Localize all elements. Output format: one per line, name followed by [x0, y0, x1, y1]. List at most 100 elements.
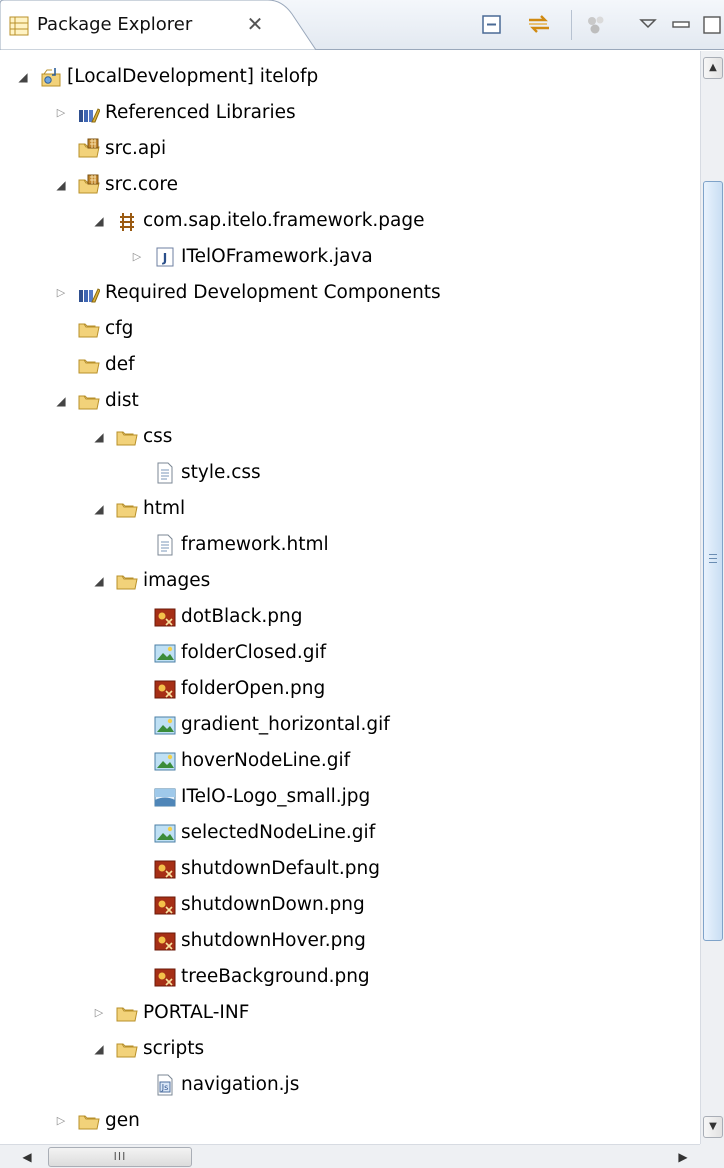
tree-item-label: folderOpen.png — [181, 678, 326, 699]
package-tree[interactable]: ◢ [LocalDevelopment] itelofp ▷ Referenced… — [0, 51, 700, 1144]
tree-item[interactable]: selectedNodeLine.gif — [0, 815, 700, 851]
svg-text:Js: Js — [161, 1083, 169, 1092]
tree-item-label: html — [143, 498, 186, 519]
tree-item-label: shutdownDefault.png — [181, 858, 380, 879]
expanded-twisty-icon[interactable]: ◢ — [54, 178, 68, 192]
source-folder-icon — [78, 138, 100, 158]
package-explorer-icon — [9, 16, 29, 36]
tree-item-label: dist — [105, 390, 139, 411]
text-file-icon — [157, 534, 173, 556]
tree-item[interactable]: Js navigation.js — [0, 1067, 700, 1103]
tree-item[interactable]: ITelO-Logo_small.jpg — [0, 779, 700, 815]
tree-item[interactable]: shutdownDefault.png — [0, 851, 700, 887]
tree-item[interactable]: ◢ scripts — [0, 1031, 700, 1067]
tree-item[interactable]: ◢ css — [0, 419, 700, 455]
vertical-scroll-thumb[interactable] — [703, 181, 723, 941]
tree-item[interactable]: hoverNodeLine.gif — [0, 743, 700, 779]
jpg-file-icon — [154, 788, 176, 807]
source-folder-icon — [78, 174, 100, 194]
expanded-twisty-icon[interactable]: ◢ — [16, 70, 30, 84]
folder-icon — [78, 1115, 100, 1130]
scroll-grip — [709, 562, 717, 563]
expanded-twisty-icon[interactable]: ◢ — [54, 394, 68, 408]
libraries-icon — [79, 288, 100, 303]
tree-item[interactable]: ▷ gen — [0, 1103, 700, 1139]
gif-file-icon — [154, 644, 176, 663]
tree-item[interactable]: dotBlack.png — [0, 599, 700, 635]
tree-item[interactable]: ▷ J ITelOFramework.java — [0, 239, 700, 275]
tree-item[interactable]: style.css — [0, 455, 700, 491]
scroll-right-button[interactable]: ▶ — [672, 1147, 694, 1167]
close-icon[interactable]: ✕ — [244, 12, 266, 36]
tree-item-label: cfg — [105, 318, 134, 339]
scroll-down-button[interactable]: ▼ — [703, 1116, 723, 1138]
tree-item-label: com.sap.itelo.framework.page — [143, 210, 425, 231]
folder-icon — [78, 359, 100, 374]
tree-item[interactable]: framework.html — [0, 527, 700, 563]
tree-item[interactable]: ◢ dist — [0, 383, 700, 419]
tree-item[interactable]: src.api — [0, 131, 700, 167]
tree-item[interactable]: ◢ com.sap.itelo.framework.page — [0, 203, 700, 239]
tree-item[interactable]: ◢ src.core — [0, 167, 700, 203]
collapsed-twisty-icon[interactable]: ▷ — [54, 286, 68, 300]
tree-item[interactable]: ▷ Required Development Components — [0, 275, 700, 311]
tree-item-label: [LocalDevelopment] itelofp — [67, 66, 319, 87]
tree-item[interactable]: shutdownDown.png — [0, 887, 700, 923]
scroll-grip — [709, 558, 717, 559]
collapsed-twisty-icon[interactable]: ▷ — [54, 1114, 68, 1128]
text-file-icon — [157, 462, 173, 484]
tree-item-label: folderClosed.gif — [181, 642, 327, 663]
view-menu-icon[interactable] — [634, 11, 662, 39]
expanded-twisty-icon[interactable]: ◢ — [92, 502, 106, 516]
maximize-icon[interactable] — [700, 11, 724, 39]
horizontal-scrollbar[interactable]: ◀ III ▶ — [0, 1144, 700, 1168]
link-with-editor-icon[interactable] — [525, 11, 553, 39]
java-file-icon: J — [156, 247, 174, 267]
png-file-icon — [154, 680, 176, 699]
collapsed-twisty-icon[interactable]: ▷ — [130, 250, 144, 264]
expanded-twisty-icon[interactable]: ◢ — [92, 214, 106, 228]
tree-item-label: gradient_horizontal.gif — [181, 714, 390, 735]
tree-item-label: css — [143, 426, 173, 447]
scroll-left-button[interactable]: ◀ — [16, 1147, 38, 1167]
tree-item-label: def — [105, 354, 135, 375]
scroll-up-button[interactable]: ▲ — [703, 57, 723, 79]
tab-title: Package Explorer — [37, 14, 193, 35]
js-file-icon: Js — [157, 1074, 173, 1096]
tree-item[interactable]: folderClosed.gif — [0, 635, 700, 671]
tree-item[interactable]: cfg — [0, 311, 700, 347]
minimize-icon[interactable] — [667, 11, 695, 39]
tree-item-label: dotBlack.png — [181, 606, 303, 627]
tree-item[interactable]: shutdownHover.png — [0, 923, 700, 959]
tree-item-label: scripts — [143, 1038, 205, 1059]
horizontal-scroll-thumb[interactable]: III — [48, 1147, 192, 1167]
tree-item-label: ITelOFramework.java — [181, 246, 373, 267]
package-explorer-tab[interactable]: Package Explorer ✕ — [0, 0, 318, 50]
folder-icon — [116, 431, 138, 446]
expanded-twisty-icon[interactable]: ◢ — [92, 574, 106, 588]
toolbar-separator — [571, 10, 572, 40]
gif-file-icon — [154, 824, 176, 843]
tree-item[interactable]: ▷ Referenced Libraries — [0, 95, 700, 131]
collapsed-twisty-icon[interactable]: ▷ — [54, 106, 68, 120]
tree-item[interactable]: gradient_horizontal.gif — [0, 707, 700, 743]
focus-on-task-icon[interactable] — [583, 11, 611, 39]
tree-item-label: style.css — [181, 462, 261, 483]
collapse-all-icon[interactable] — [478, 11, 506, 39]
tree-item[interactable]: ◢ [LocalDevelopment] itelofp — [0, 59, 700, 95]
vertical-scrollbar[interactable]: ▲ ▼ — [700, 51, 724, 1144]
expanded-twisty-icon[interactable]: ◢ — [92, 430, 106, 444]
collapsed-twisty-icon[interactable]: ▷ — [92, 1006, 106, 1020]
tree-item-label: framework.html — [181, 534, 329, 555]
tree-item-label: hoverNodeLine.gif — [181, 750, 351, 771]
tree-item[interactable]: treeBackground.png — [0, 959, 700, 995]
expanded-twisty-icon[interactable]: ◢ — [92, 1042, 106, 1056]
tree-item[interactable]: ▷ PORTAL-INF — [0, 995, 700, 1031]
tree-item[interactable]: def — [0, 347, 700, 383]
folder-icon — [78, 323, 100, 338]
tree-item[interactable]: ◢ html — [0, 491, 700, 527]
tree-item-label: Referenced Libraries — [105, 102, 296, 123]
tree-item[interactable]: ◢ images — [0, 563, 700, 599]
png-file-icon — [154, 608, 176, 627]
tree-item[interactable]: folderOpen.png — [0, 671, 700, 707]
